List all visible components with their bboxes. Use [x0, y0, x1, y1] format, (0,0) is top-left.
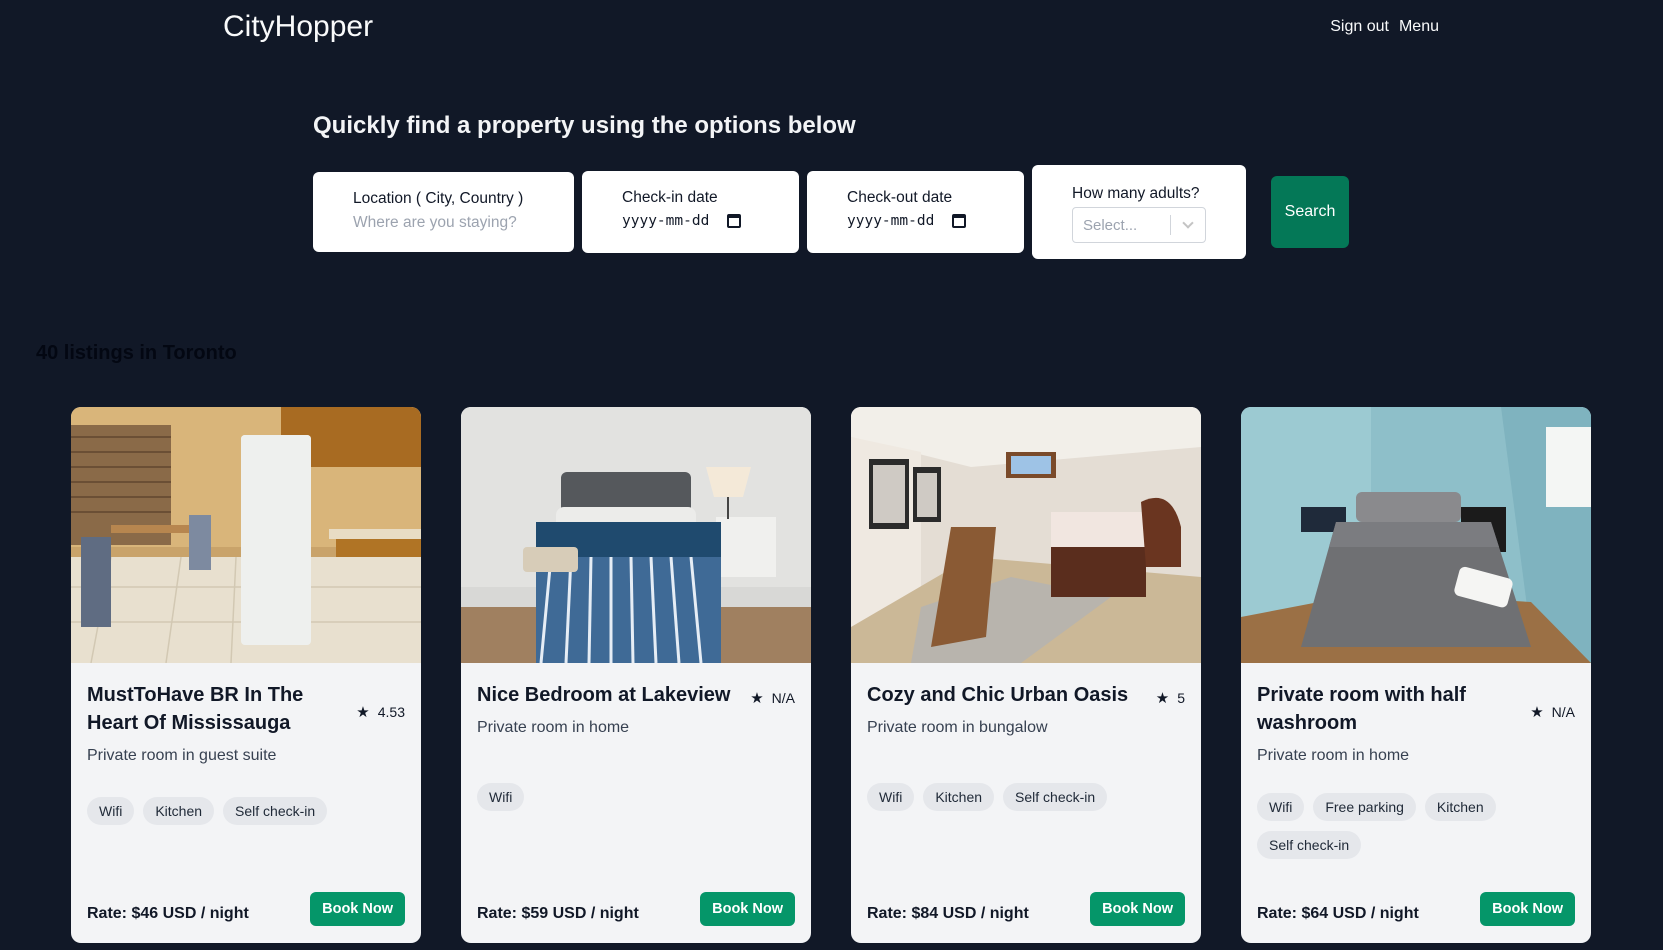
listing-photo[interactable] — [851, 407, 1201, 663]
amenity-tag: Kitchen — [923, 783, 995, 811]
adults-select-placeholder: Select... — [1083, 216, 1138, 234]
amenity-list: Wifi Kitchen Self check-in — [867, 783, 1185, 811]
top-nav: Sign out Menu — [1330, 18, 1439, 36]
rating-value: N/A — [771, 690, 795, 706]
listing-body: MustToHave BR In The Heart Of Mississaug… — [71, 663, 421, 943]
chevron-down-icon[interactable] — [1171, 217, 1205, 229]
checkin-label: Check-in date — [622, 189, 718, 206]
listing-card[interactable]: Nice Bedroom at Lakeview ★ N/A Private r… — [461, 407, 811, 943]
listing-title[interactable]: Cozy and Chic Urban Oasis — [867, 681, 1128, 709]
location-field[interactable]: Location ( City, Country ) Where are you… — [313, 172, 574, 252]
sign-out-link[interactable]: Sign out — [1330, 18, 1389, 36]
listing-rate: Rate: $59 USD / night — [477, 905, 639, 922]
listing-body: Cozy and Chic Urban Oasis ★ 5 Private ro… — [851, 663, 1201, 943]
calendar-icon[interactable] — [952, 214, 967, 228]
location-input[interactable]: Where are you staying? — [353, 214, 517, 231]
amenity-list: Wifi Kitchen Self check-in — [87, 797, 405, 825]
brand-logo[interactable]: CityHopper — [223, 10, 373, 44]
amenity-tag: Self check-in — [1003, 783, 1108, 811]
amenity-tag: Wifi — [867, 783, 915, 811]
amenity-tag: Kitchen — [143, 797, 215, 825]
checkout-label: Check-out date — [847, 189, 953, 206]
listing-rate: Rate: $64 USD / night — [1257, 905, 1419, 922]
amenity-tag: Wifi — [87, 797, 135, 825]
book-now-button[interactable]: Book Now — [700, 892, 795, 926]
checkin-input[interactable]: yyyy-mm-dd — [622, 213, 759, 229]
amenity-list: Wifi Free parking Kitchen Self check-in — [1257, 793, 1575, 859]
listing-photo-blue-room — [1241, 407, 1591, 663]
adults-field: How many adults? Select... — [1032, 165, 1246, 259]
amenity-tag: Self check-in — [223, 797, 328, 825]
listing-body: Private room with half washroom ★ N/A Pr… — [1241, 663, 1591, 943]
listing-rating: ★ 5 — [1156, 681, 1185, 709]
rating-value: 5 — [1177, 690, 1185, 706]
results-count: 40 listings in Toronto — [36, 342, 237, 364]
checkout-value: yyyy-mm-dd — [847, 213, 935, 229]
rating-value: N/A — [1551, 704, 1575, 720]
star-icon: ★ — [356, 704, 370, 721]
listing-type: Private room in home — [477, 719, 630, 736]
listing-rating: ★ N/A — [1530, 681, 1575, 737]
checkout-field[interactable]: Check-out date yyyy-mm-dd — [807, 171, 1024, 253]
listing-photo-bedroom — [461, 407, 811, 663]
amenity-tag: Free parking — [1313, 793, 1416, 821]
amenity-tag: Wifi — [1257, 793, 1305, 821]
listing-photo-basement — [851, 407, 1201, 663]
listing-rating: ★ N/A — [750, 681, 795, 709]
listing-photo[interactable] — [461, 407, 811, 663]
listing-card[interactable]: Private room with half washroom ★ N/A Pr… — [1241, 407, 1591, 943]
book-now-button[interactable]: Book Now — [1090, 892, 1185, 926]
checkin-field[interactable]: Check-in date yyyy-mm-dd — [582, 171, 799, 253]
checkout-input[interactable]: yyyy-mm-dd — [847, 213, 984, 229]
adults-label: How many adults? — [1072, 185, 1200, 202]
search-button[interactable]: Search — [1271, 176, 1349, 248]
listing-photo-kitchen — [71, 407, 421, 663]
listing-body: Nice Bedroom at Lakeview ★ N/A Private r… — [461, 663, 811, 943]
listing-type: Private room in home — [1257, 747, 1410, 764]
listing-type: Private room in guest suite — [87, 747, 277, 764]
amenity-tag: Wifi — [477, 783, 525, 811]
adults-select[interactable]: Select... — [1072, 207, 1206, 243]
listing-photo[interactable] — [1241, 407, 1591, 663]
listing-type: Private room in bungalow — [867, 719, 1048, 736]
checkin-value: yyyy-mm-dd — [622, 213, 710, 229]
listing-card[interactable]: MustToHave BR In The Heart Of Mississaug… — [71, 407, 421, 943]
search-heading: Quickly find a property using the option… — [313, 112, 856, 139]
listing-photo[interactable] — [71, 407, 421, 663]
amenity-tag: Kitchen — [1424, 793, 1496, 821]
menu-link[interactable]: Menu — [1399, 18, 1439, 36]
book-now-button[interactable]: Book Now — [1480, 892, 1575, 926]
star-icon: ★ — [750, 690, 764, 707]
rating-value: 4.53 — [377, 704, 405, 720]
amenity-tag: Self check-in — [1257, 831, 1362, 859]
listing-rate: Rate: $46 USD / night — [87, 905, 249, 922]
listing-title[interactable]: Nice Bedroom at Lakeview — [477, 681, 730, 709]
star-icon: ★ — [1155, 690, 1170, 707]
listing-card[interactable]: Cozy and Chic Urban Oasis ★ 5 Private ro… — [851, 407, 1201, 943]
star-icon: ★ — [1530, 704, 1544, 721]
book-now-button[interactable]: Book Now — [310, 892, 405, 926]
listing-title[interactable]: MustToHave BR In The Heart Of Mississaug… — [87, 681, 352, 737]
listing-title[interactable]: Private room with half washroom — [1257, 681, 1522, 737]
location-label: Location ( City, Country ) — [353, 190, 524, 207]
listing-rating: ★ 4.53 — [356, 681, 405, 737]
listing-rate: Rate: $84 USD / night — [867, 905, 1029, 922]
calendar-icon[interactable] — [727, 214, 742, 228]
amenity-list: Wifi — [477, 783, 795, 811]
